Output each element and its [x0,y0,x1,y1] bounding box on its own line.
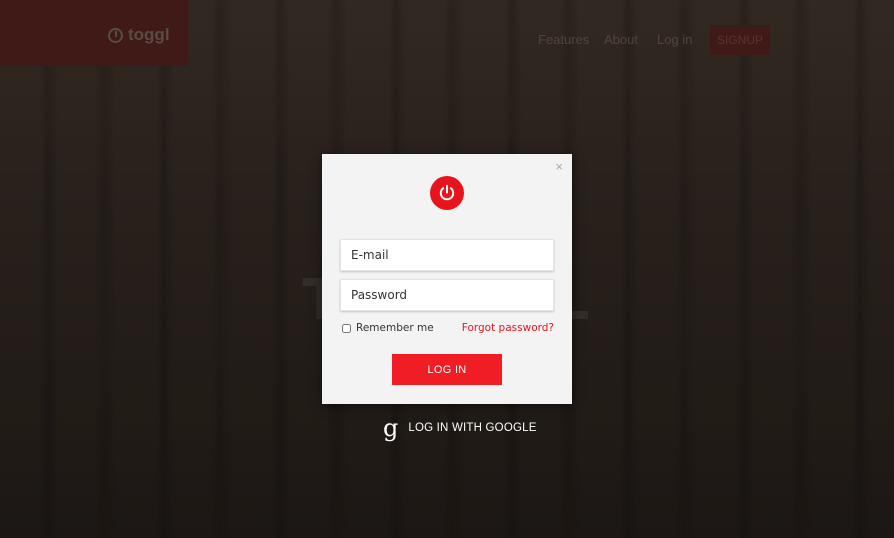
forgot-password-link[interactable]: Forgot password? [462,322,554,334]
login-modal: × Remember me Forgot password? LOG IN [322,154,572,404]
login-button[interactable]: LOG IN [392,354,502,385]
remember-me-label: Remember me [356,322,434,334]
close-icon[interactable]: × [555,159,563,175]
email-field[interactable] [340,239,554,271]
google-icon: g [383,414,399,442]
google-login-button[interactable]: g LOG IN WITH GOOGLE [383,416,537,440]
power-icon [430,176,464,210]
remember-me[interactable]: Remember me [342,322,434,334]
google-login-label: LOG IN WITH GOOGLE [408,422,537,434]
password-field[interactable] [340,279,554,311]
remember-me-checkbox[interactable] [342,323,351,333]
